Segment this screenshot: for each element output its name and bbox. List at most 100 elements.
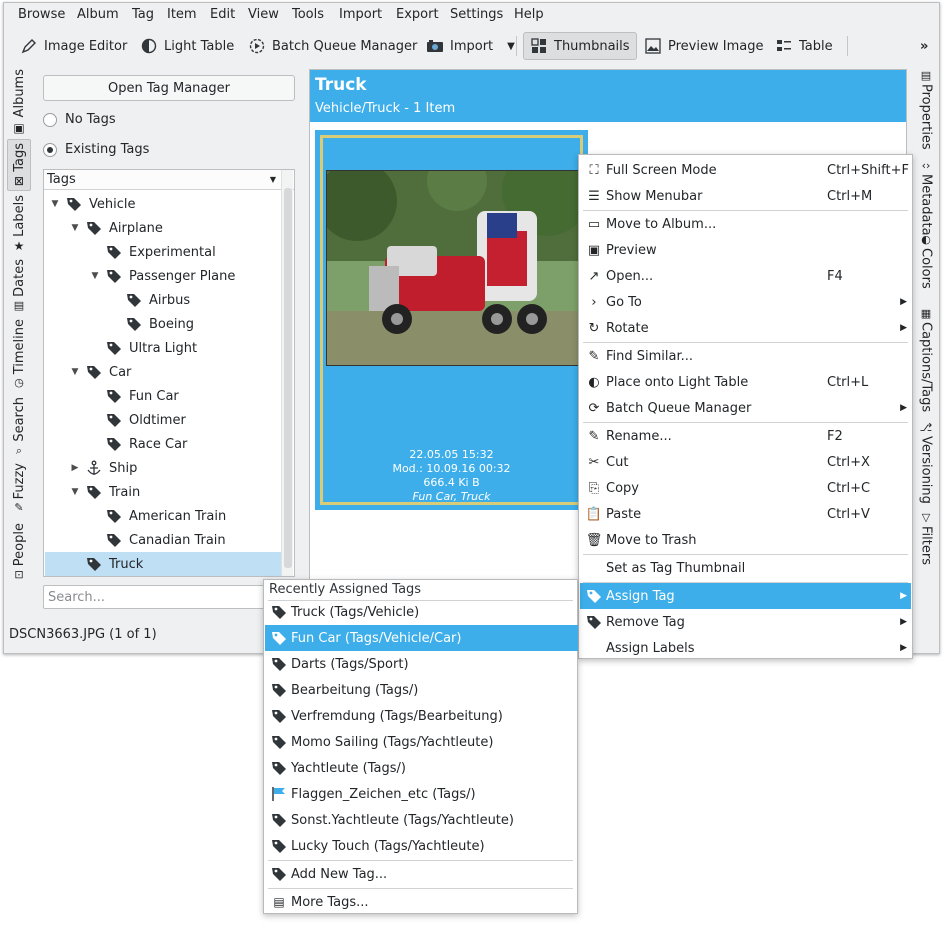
light-table-button[interactable]: Light Table	[134, 32, 240, 60]
import-button[interactable]: Import ▼	[420, 32, 521, 60]
more-tags-item[interactable]: ▤ More Tags...	[265, 889, 578, 915]
tab-dates[interactable]: Dates ▤	[7, 259, 31, 312]
thumbnail-item[interactable]: 22.05.05 15:32 Mod.: 10.09.16 00:32 666.…	[315, 130, 588, 510]
collapse-arrow-icon[interactable]: ▼	[89, 271, 101, 281]
menu-album[interactable]: Album	[77, 7, 119, 22]
tag-tree-item[interactable]: ▼ Vehicle	[45, 192, 281, 216]
menu-item-cut[interactable]: ✂ Cut Ctrl+X	[580, 449, 911, 475]
tab-tags[interactable]: Tags ⊠	[7, 139, 31, 191]
recent-tag-item[interactable]: Momo Sailing (Tags/Yachtleute)	[265, 729, 578, 755]
collapse-arrow-icon[interactable]: ▼	[69, 487, 81, 497]
menu-item-go-to[interactable]: › Go To ▶	[580, 289, 911, 315]
album-header: Truck Vehicle/Truck - 1 Item	[310, 70, 906, 122]
tab-versioning[interactable]: ⎇ Versioning	[914, 421, 938, 504]
tag-tree-item[interactable]: Experimental	[45, 240, 281, 264]
recent-tag-item[interactable]: Yachtleute (Tags/)	[265, 755, 578, 781]
tab-colors[interactable]: ◐ Colors	[914, 233, 938, 289]
menu-help[interactable]: Help	[514, 7, 544, 22]
tag-tree-item[interactable]: Airbus	[45, 288, 281, 312]
expand-arrow-icon[interactable]: ▶	[69, 463, 81, 473]
menu-settings[interactable]: Settings	[450, 7, 503, 22]
batch-queue-button[interactable]: Batch Queue Manager	[242, 32, 423, 60]
collapse-arrow-icon[interactable]: ▼	[69, 223, 81, 233]
menu-item-paste[interactable]: 📋 Paste Ctrl+V	[580, 501, 911, 527]
tag-tree-item[interactable]: Oldtimer	[45, 408, 281, 432]
menu-tools[interactable]: Tools	[292, 7, 324, 22]
menu-item-remove-tag[interactable]: Remove Tag ▶	[580, 609, 911, 635]
tag-tree-item[interactable]: ▼ Train	[45, 480, 281, 504]
tag-tree-item[interactable]: ▼ Airplane	[45, 216, 281, 240]
tab-properties[interactable]: ▤ Properties	[914, 69, 938, 150]
table-button[interactable]: Table	[769, 32, 839, 60]
tab-captions-tags[interactable]: ▦ Captions/Tags	[914, 307, 938, 412]
menu-item-set-as-tag-thumbnail[interactable]: Set as Tag Thumbnail	[580, 555, 911, 581]
collapse-arrow-icon[interactable]: ▼	[69, 367, 81, 377]
menu-item-move-to-album[interactable]: ▭ Move to Album...	[580, 211, 911, 237]
chevron-down-icon[interactable]: ▼	[507, 41, 515, 52]
no-tags-radio[interactable]: No Tags	[43, 112, 116, 127]
tag-icon	[85, 483, 103, 501]
tag-tree-item[interactable]: Canadian Train	[45, 528, 281, 552]
menu-item[interactable]: Item	[167, 7, 197, 22]
tab-filters[interactable]: ▽ Filters	[914, 511, 938, 565]
recent-tag-item[interactable]: Sonst.Yachtleute (Tags/Yachtleute)	[265, 807, 578, 833]
menu-view[interactable]: View	[248, 7, 279, 22]
tag-tree[interactable]: Tags ▼ ▼ Vehicle ▼ Airplane Experimental ▼ Pas…	[43, 169, 295, 577]
menu-item-rotate[interactable]: ↻ Rotate ▶	[580, 315, 911, 341]
recent-tag-item[interactable]: Flaggen_Zeichen_etc (Tags/)	[265, 781, 578, 807]
tab-labels[interactable]: Labels ★	[7, 195, 31, 253]
image-editor-button[interactable]: Image Editor	[14, 32, 133, 60]
menu-item-batch-queue-manager[interactable]: ⟳ Batch Queue Manager ▶	[580, 395, 911, 421]
menu-item-open[interactable]: ↗ Open... F4	[580, 263, 911, 289]
tab-search[interactable]: Search ⌕	[7, 397, 31, 458]
menu-item-copy[interactable]: ⎘ Copy Ctrl+C	[580, 475, 911, 501]
tag-tree-item[interactable]: Race Car	[45, 432, 281, 456]
menu-tag[interactable]: Tag	[132, 7, 154, 22]
scrollbar-thumb[interactable]	[284, 188, 292, 568]
menu-item-find-similar[interactable]: ✎ Find Similar...	[580, 343, 911, 369]
recent-tag-item[interactable]: Bearbeitung (Tags/)	[265, 677, 578, 703]
existing-tags-radio[interactable]: Existing Tags	[43, 142, 149, 157]
tab-timeline[interactable]: Timeline ◷	[7, 319, 31, 389]
tag-tree-item[interactable]: ▼ Car	[45, 360, 281, 384]
menu-item-move-to-trash[interactable]: 🗑 Move to Trash	[580, 527, 911, 553]
preview-image-button[interactable]: Preview Image	[638, 32, 769, 60]
tab-albums[interactable]: Albums ▣	[7, 69, 31, 135]
tag-tree-item[interactable]: American Train	[45, 504, 281, 528]
menu-browse[interactable]: Browse	[18, 7, 65, 22]
tab-people[interactable]: People ⊡	[7, 523, 31, 581]
recent-tag-item[interactable]: Truck (Tags/Vehicle)	[265, 599, 578, 625]
toolbar-overflow-button[interactable]: »	[914, 32, 934, 60]
recent-tag-item[interactable]: Lucky Touch (Tags/Yachtleute)	[265, 833, 578, 859]
menu-item-assign-tag[interactable]: Assign Tag ▶	[580, 583, 911, 609]
add-new-tag-item[interactable]: Add New Tag...	[265, 861, 578, 887]
recent-tag-item[interactable]: Verfremdung (Tags/Bearbeitung)	[265, 703, 578, 729]
tag-tree-scrollbar[interactable]	[281, 170, 293, 576]
tag-tree-item[interactable]: Boeing	[45, 312, 281, 336]
recent-tag-item[interactable]: Fun Car (Tags/Vehicle/Car)	[265, 625, 578, 651]
tag-search-input[interactable]: Search...	[43, 585, 273, 609]
menu-item-place-onto-light-table[interactable]: ◐ Place onto Light Table Ctrl+L	[580, 369, 911, 395]
tag-tree-item[interactable]: Ultra Light	[45, 336, 281, 360]
tag-tree-item[interactable]: ▶ Ship	[45, 456, 281, 480]
menu-item-show-menubar[interactable]: ☰ Show Menubar Ctrl+M	[580, 183, 911, 209]
recent-tag-item[interactable]: Darts (Tags/Sport)	[265, 651, 578, 677]
menu-export[interactable]: Export	[396, 7, 439, 22]
menu-item-preview[interactable]: ▣ Preview	[580, 237, 911, 263]
tab-metadata[interactable]: ‹› Metadata	[914, 159, 938, 236]
tag-tree-item[interactable]: Truck	[45, 552, 281, 576]
tag-tree-item-label: Passenger Plane	[129, 268, 236, 284]
menu-import[interactable]: Import	[339, 7, 382, 22]
menu-edit[interactable]: Edit	[210, 7, 235, 22]
menu-item-assign-labels[interactable]: Assign Labels ▶	[580, 635, 911, 661]
tag-tree-item[interactable]: Fun Car	[45, 384, 281, 408]
thumbnails-button[interactable]: Thumbnails	[523, 32, 637, 60]
tab-fuzzy[interactable]: Fuzzy ✎	[7, 463, 31, 514]
menu-item-rename[interactable]: ✎ Rename... F2	[580, 423, 911, 449]
collapse-arrow-icon[interactable]: ▼	[49, 199, 61, 209]
open-tag-manager-button[interactable]: Open Tag Manager	[43, 75, 295, 101]
tag-tree-item[interactable]: ▼ Passenger Plane	[45, 264, 281, 288]
menu-item-full-screen-mode[interactable]: ⛶ Full Screen Mode Ctrl+Shift+F	[580, 157, 911, 183]
tag-tree-item-label: Ship	[109, 460, 138, 476]
tag-tree-header[interactable]: Tags ▼	[44, 170, 294, 190]
